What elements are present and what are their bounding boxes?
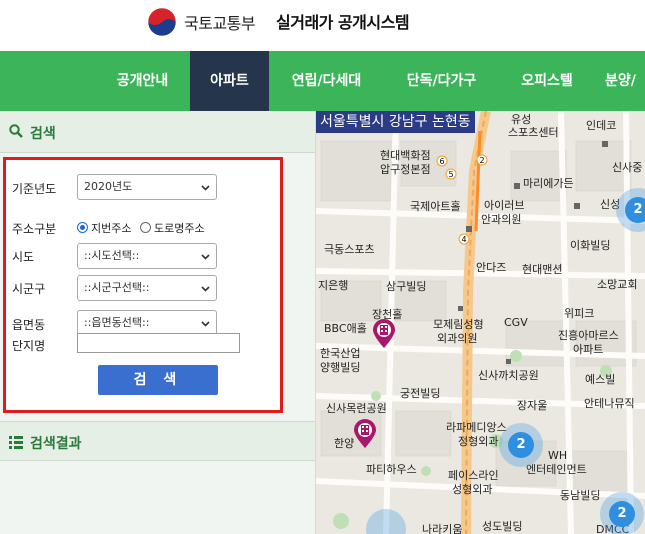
map-label: 인데코 [586,119,617,132]
sido-select-value: ::시도선택:: [84,249,140,262]
government-emblem-icon[interactable] [147,7,177,37]
map-label: 안테나뮤직 [584,397,635,410]
map-label: 이화빌딩 [570,239,611,252]
radio-road-label[interactable]: 도로명주소 [154,222,205,235]
map-label: 예스빌 [585,373,616,386]
search-form: 기준년도 2020년도 주소구분 지번주소 도로명주소 시도 ::시도선택:: … [3,157,283,413]
map-label: 마리에가든 [523,177,574,190]
map-label: 양행빌딩 [320,361,361,374]
search-panel: 검색 기준년도 2020년도 주소구분 지번주소 도로명주소 시도 ::시도선택… [0,111,316,534]
map-label: 성도빌딩 [482,520,523,533]
cluster-count: 2 [625,197,645,223]
address-type-group: 지번주소 도로명주소 [77,220,205,236]
map-label: 성형외과 [452,483,493,496]
road-number-label: 2 [479,156,484,165]
nav-item-presale[interactable]: 분양/ [605,51,645,111]
map-label: 외과의원 [437,332,478,345]
map-label: 스포츠센터 [508,126,559,139]
nav-item-detached[interactable]: 단독/다가구 [384,51,499,111]
road-number-label: 4 [461,235,466,244]
map-label: 장자울 [517,399,548,412]
sigungu-select-value: ::시군구선택:: [84,281,150,294]
eupmyeondong-label: 읍면동 [12,318,46,332]
map-label: 나라키움 [422,523,463,534]
year-select-value: 2020년도 [84,180,133,193]
map-label: 소망교회 [597,278,638,291]
cluster-count: 2 [508,432,534,458]
ministry-name[interactable]: 국토교통부 [184,10,256,34]
road-number-label: 6 [439,157,444,166]
sido-select[interactable]: ::시도선택:: [77,243,217,269]
radio-road[interactable] [139,222,151,233]
map-label: 삼구빌딩 [386,280,427,293]
map-cluster[interactable]: 2 [499,423,543,467]
nav-item-officetel[interactable]: 오피스텔 [499,51,595,111]
map-label: 위피크 [564,307,595,320]
map-label: 안다즈 [476,261,507,274]
nav-item-rowhouse[interactable]: 연립/다세대 [269,51,384,111]
map-label: 안과의원 [481,213,522,226]
chevron-down-icon [201,286,210,292]
sigungu-label: 시군구 [12,282,46,296]
complex-label: 단지명 [12,339,46,353]
sigungu-select[interactable]: ::시군구선택:: [77,275,217,301]
map-cluster[interactable]: 2 [600,492,644,534]
map-view[interactable]: 2 6 5 4 서울특별시 강남구 논현동 유성 스포츠센터 인데코 현대백화점… [316,111,645,534]
radio-jibun-label[interactable]: 지번주소 [91,222,131,235]
main-nav: 공개안내 아파트 연립/다세대 단독/다가구 오피스텔 분양/ [0,51,645,111]
address-type-label: 주소구분 [12,222,57,236]
nav-item-info[interactable]: 공개안내 [95,51,190,111]
map-label: 엔터테인먼트 [526,463,587,476]
apartment-marker-icon[interactable] [352,419,378,449]
list-icon [9,436,23,449]
map-label: 아파트 [573,343,604,356]
map-label: 파티하우스 [366,463,417,476]
year-select[interactable]: 2020년도 [77,174,217,200]
map-label: 정형외과 [458,435,499,448]
map-label: 극동스포츠 [324,243,375,256]
radio-jibun[interactable] [77,222,88,233]
year-label: 기준년도 [12,182,57,196]
map-label: 현대맨션 [522,263,563,276]
road-number-label: 5 [448,170,453,179]
search-button[interactable]: 검 색 [98,365,218,395]
site-header: 국토교통부 실거래가 공개시스템 [0,0,645,51]
complex-name-input[interactable] [77,333,240,353]
map-label: 국제아트홀 [410,200,461,213]
system-title[interactable]: 실거래가 공개시스템 [276,9,410,33]
map-label: 동남빌딩 [560,489,601,502]
results-heading: 검색결과 [30,436,82,452]
chevron-down-icon [201,185,210,191]
map-label: 지은행 [318,279,349,292]
search-icon [9,124,23,138]
results-header: 검색결과 [0,421,315,461]
search-header: 검색 [0,111,315,153]
map-label: BBC애홀 [324,322,367,335]
map-label: 신사목련공원 [326,402,387,415]
apartment-marker-icon[interactable] [371,319,397,349]
chevron-down-icon [201,254,210,260]
map-label: 신사까치공원 [478,369,539,382]
nav-item-apartment[interactable]: 아파트 [190,51,269,111]
chevron-down-icon [201,321,210,327]
map-label: CGV [504,316,528,329]
map-label: 궁전빌딩 [400,387,441,400]
map-label: WH [548,449,568,462]
map-label: 압구정본점 [380,163,431,176]
search-heading: 검색 [30,126,56,142]
cluster-count: 2 [609,501,635,527]
eupmyeondong-select-value: ::읍면동선택:: [84,316,150,329]
map-region-label: 서울특별시 강남구 논현동 [316,111,475,133]
map-label: 신사중 [612,161,643,174]
sido-label: 시도 [12,250,35,264]
